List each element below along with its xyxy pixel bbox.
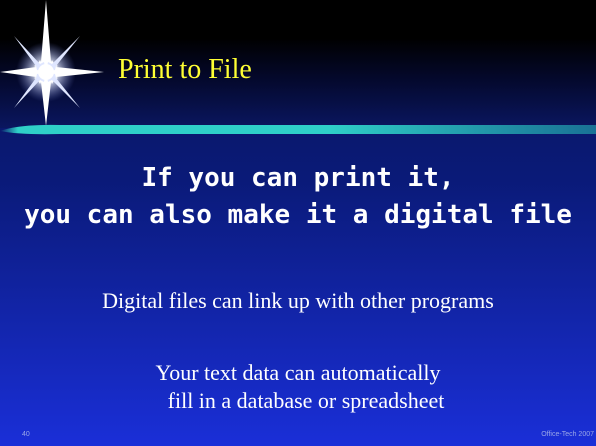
starburst-icon	[0, 0, 104, 126]
headline-line-1: If you can print it,	[141, 163, 455, 193]
headline-line-2: you can also make it a digital file	[24, 200, 572, 230]
slide-number: 40	[22, 431, 30, 438]
slide-title: Print to File	[118, 54, 252, 85]
headline: If you can print it, you can also make i…	[0, 160, 596, 234]
slide: Print to File If you can print it, you c…	[0, 0, 596, 446]
title-divider	[0, 124, 596, 135]
footer-text: Office-Tech 2007	[541, 431, 594, 438]
body-text-1: Digital files can link up with other pro…	[102, 288, 494, 313]
body-text-2: Your text data can automatically	[155, 360, 441, 385]
body-text-3: fill in a database or spreadsheet	[167, 388, 445, 413]
